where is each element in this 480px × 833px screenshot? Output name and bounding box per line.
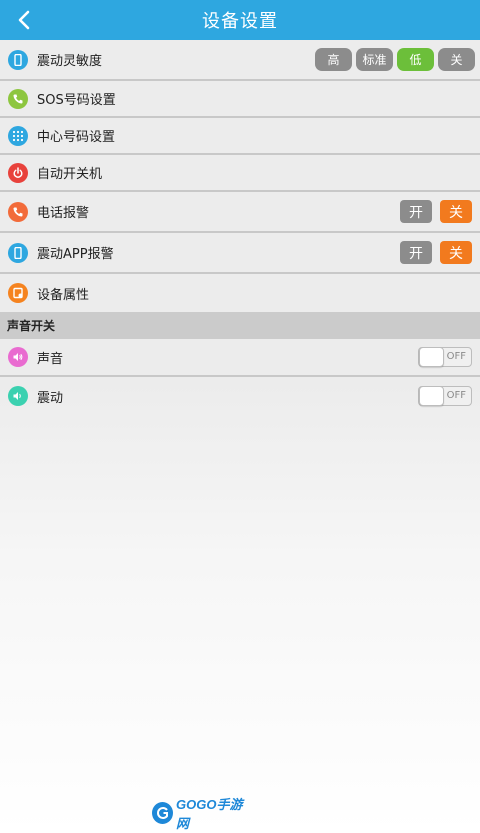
page-title: 设备设置 <box>202 11 278 32</box>
watermark-text: GOGO手游网 <box>176 797 243 831</box>
back-button[interactable] <box>8 0 40 40</box>
app-header: 设备设置 <box>0 0 480 40</box>
row-auto-power[interactable]: 自动开关机 <box>0 155 480 192</box>
sound-toggle-state: OFF <box>446 351 466 362</box>
phone-alarm-switch: 开 关 <box>392 200 472 223</box>
sensitivity-off-button[interactable]: 关 <box>438 48 475 71</box>
watermark: GOGO手游网 <box>152 797 252 831</box>
row-device-properties[interactable]: 设备属性 <box>0 274 480 312</box>
phone-alarm-off-button[interactable]: 关 <box>440 200 472 223</box>
chevron-left-icon <box>18 10 30 30</box>
speaker-icon <box>8 347 28 367</box>
gogo-logo-icon <box>152 802 174 824</box>
phone-alarm-label: 电话报警 <box>37 206 90 221</box>
sos-numbers-label: SOS号码设置 <box>37 93 116 108</box>
vibration-speaker-icon <box>8 386 28 406</box>
device-properties-label: 设备属性 <box>37 287 90 303</box>
auto-power-label: 自动开关机 <box>37 167 103 182</box>
row-sound: 声音 OFF <box>0 339 480 377</box>
sound-toggle[interactable]: OFF <box>418 347 472 367</box>
vibration-app-alarm-on-button[interactable]: 开 <box>400 241 432 264</box>
device-properties-icon <box>8 283 28 303</box>
sound-label: 声音 <box>37 351 64 367</box>
vibration-toggle-state: OFF <box>446 390 466 401</box>
vibration-toggle[interactable]: OFF <box>418 386 472 406</box>
vibration-app-alarm-label: 震动APP报警 <box>37 247 114 262</box>
row-center-number[interactable]: 中心号码设置 <box>0 118 480 155</box>
row-sos-numbers[interactable]: SOS号码设置 <box>0 81 480 118</box>
center-number-label: 中心号码设置 <box>37 130 116 145</box>
vibration-app-alarm-off-button[interactable]: 关 <box>440 241 472 264</box>
sensitivity-standard-button[interactable]: 标准 <box>356 48 393 71</box>
row-vibration-sensitivity: 震动灵敏度 高 标准 低 关 <box>0 40 480 81</box>
vibration-sensitivity-label: 震动灵敏度 <box>37 54 103 69</box>
sensitivity-high-button[interactable]: 高 <box>315 48 352 71</box>
phone-vibrate-icon <box>8 242 28 263</box>
sensitivity-options: 高 标准 低 关 <box>311 48 475 71</box>
dialpad-icon <box>8 125 28 146</box>
row-phone-alarm: 电话报警 开 关 <box>0 192 480 233</box>
phone-alarm-icon <box>8 201 28 222</box>
phone-alarm-on-button[interactable]: 开 <box>400 200 432 223</box>
toggle-knob <box>419 386 444 406</box>
sound-section-header: 声音开关 <box>0 312 480 339</box>
phone-vibrate-icon <box>8 49 28 70</box>
vibration-app-alarm-switch: 开 关 <box>392 241 472 264</box>
sensitivity-low-button[interactable]: 低 <box>397 48 434 71</box>
row-vibration: 震动 OFF <box>0 377 480 415</box>
row-vibration-app-alarm: 震动APP报警 开 关 <box>0 233 480 274</box>
toggle-knob <box>419 347 444 367</box>
power-icon <box>8 162 28 183</box>
vibration-label: 震动 <box>37 390 64 406</box>
phone-call-icon <box>8 88 28 109</box>
